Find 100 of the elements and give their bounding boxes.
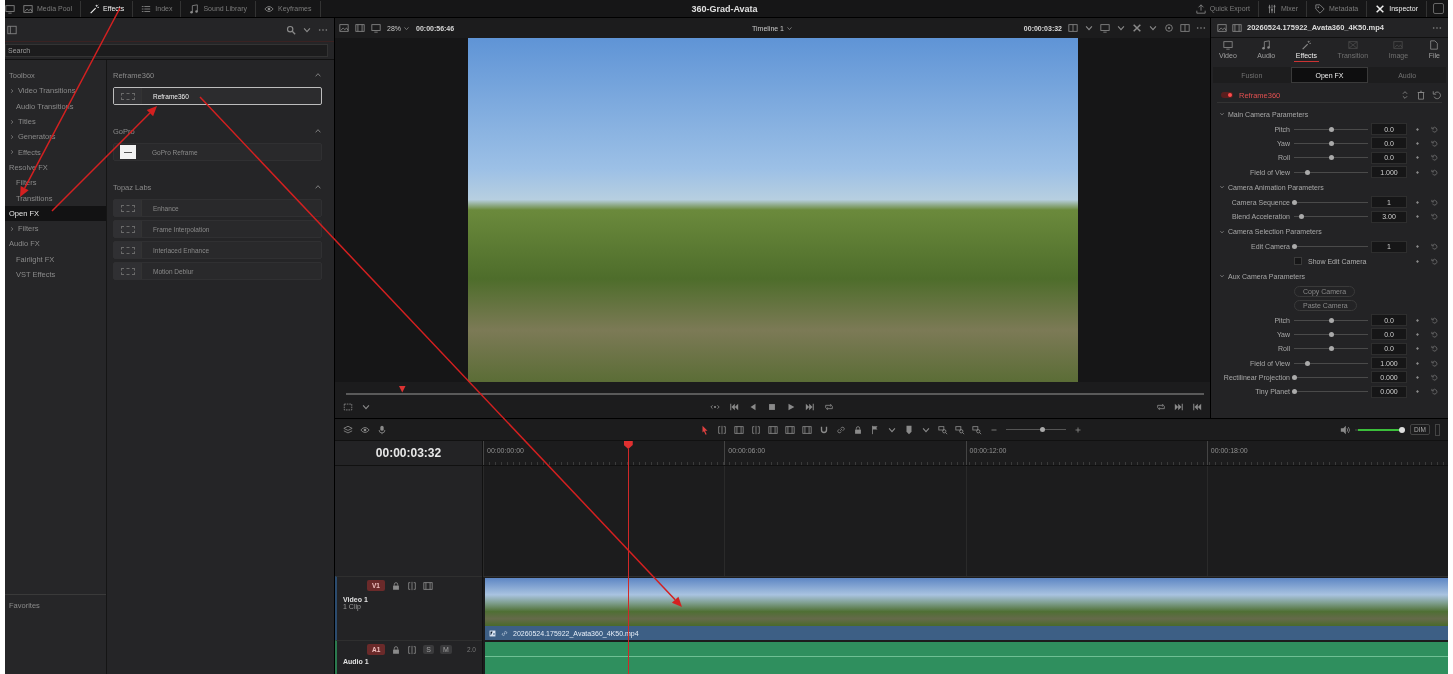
window-menu-button[interactable]: [1433, 3, 1444, 14]
reset-icon[interactable]: [1430, 257, 1438, 265]
lock-icon[interactable]: [391, 644, 402, 655]
chevron-up-icon[interactable]: [314, 71, 322, 79]
slider-thumb[interactable]: [1329, 140, 1334, 146]
volume-slider[interactable]: [1355, 426, 1406, 433]
reset-icon[interactable]: [1430, 359, 1438, 367]
bracket-icon[interactable]: [406, 580, 417, 591]
microphone-icon[interactable]: [377, 424, 387, 435]
step-back-icon[interactable]: [748, 402, 759, 412]
image-icon: [23, 3, 33, 14]
film-icon[interactable]: [355, 23, 365, 33]
loop-icon[interactable]: [1156, 402, 1166, 412]
reset-icon[interactable]: [1430, 345, 1438, 353]
checkbox[interactable]: [1294, 257, 1302, 266]
chevron-up-icon[interactable]: [314, 127, 322, 135]
reset-icon[interactable]: [1430, 139, 1438, 147]
film-icon[interactable]: [785, 424, 795, 435]
lock-icon[interactable]: [390, 580, 401, 591]
reset-icon[interactable]: [1430, 316, 1438, 324]
slider-thumb[interactable]: [1292, 389, 1297, 395]
zoom-icon[interactable]: [938, 424, 948, 435]
slider-thumb[interactable]: [1329, 346, 1334, 352]
bracket-icon[interactable]: [751, 424, 761, 435]
slider-thumb[interactable]: [1304, 360, 1310, 366]
skip-end-icon[interactable]: [805, 402, 816, 412]
zoom-icon[interactable]: [955, 424, 965, 435]
slider-thumb[interactable]: [1329, 317, 1334, 323]
image-icon[interactable]: [1217, 22, 1227, 33]
stop-icon[interactable]: [767, 402, 778, 412]
chevron-down-icon[interactable]: [1116, 23, 1126, 33]
speaker-icon[interactable]: [1340, 424, 1351, 435]
magic-wand-icon: [1301, 40, 1312, 50]
scrubber-playhead[interactable]: [398, 385, 406, 393]
reset-icon[interactable]: [1430, 373, 1438, 381]
up-down-arrows-icon[interactable]: [1400, 90, 1410, 100]
link-icon[interactable]: [836, 424, 846, 435]
playhead-marker[interactable]: [623, 441, 633, 449]
search-icon[interactable]: [286, 24, 296, 35]
chevron-down-icon: [1219, 228, 1225, 235]
frame-icon[interactable]: [343, 402, 353, 412]
volume-thumb[interactable]: [1399, 426, 1406, 433]
reset-icon[interactable]: [1430, 243, 1438, 251]
slider-thumb[interactable]: [1292, 374, 1297, 380]
film-icon[interactable]: [802, 424, 812, 435]
sidebar-icon[interactable]: [7, 24, 17, 35]
zoom-icon[interactable]: [972, 424, 982, 435]
reset-icon[interactable]: [1430, 388, 1438, 396]
slider-thumb[interactable]: [1299, 214, 1305, 220]
image-icon[interactable]: [339, 23, 349, 33]
effect-thumbnail: [114, 200, 142, 216]
reset-icon[interactable]: [1430, 330, 1438, 338]
slider-thumb[interactable]: [1292, 199, 1297, 205]
reset-icon[interactable]: [1430, 154, 1438, 162]
jog-icon[interactable]: [710, 402, 721, 412]
monitor-icon: [1222, 40, 1233, 50]
reset-icon[interactable]: [1430, 198, 1438, 206]
chevron-down-icon[interactable]: [1148, 23, 1158, 33]
monitor-icon[interactable]: [371, 23, 381, 33]
film-icon[interactable]: [768, 424, 778, 435]
zoom-slider-thumb[interactable]: [1040, 427, 1045, 432]
chevron-down-icon: [1219, 273, 1225, 280]
eye-icon[interactable]: [360, 424, 370, 435]
columns-icon[interactable]: [1068, 23, 1078, 33]
marker-icon[interactable]: [904, 424, 914, 435]
reset-icon[interactable]: [1430, 168, 1438, 176]
flag-icon[interactable]: [870, 424, 880, 435]
slider-thumb[interactable]: [1329, 331, 1334, 337]
skip-start-icon[interactable]: [1192, 402, 1202, 412]
effect-toggle[interactable]: [1221, 92, 1233, 98]
cursor-icon[interactable]: [700, 424, 710, 435]
columns-icon[interactable]: [1180, 23, 1190, 33]
chevron-up-icon[interactable]: [314, 183, 322, 191]
film-icon[interactable]: [1232, 22, 1242, 33]
skip-end-icon[interactable]: [1174, 402, 1184, 412]
slider-thumb[interactable]: [1329, 155, 1334, 161]
loop-icon[interactable]: [824, 402, 835, 412]
skip-start-icon[interactable]: [729, 402, 740, 412]
film-icon[interactable]: [734, 424, 744, 435]
bracket-icon[interactable]: [717, 424, 727, 435]
monitor-icon[interactable]: [1100, 23, 1110, 33]
magnet-icon[interactable]: [819, 424, 829, 435]
slider-thumb[interactable]: [1292, 244, 1297, 250]
lock-icon[interactable]: [853, 424, 863, 435]
list-icon: [141, 3, 152, 14]
music-note-icon: [189, 3, 200, 14]
monitor-icon[interactable]: [5, 3, 15, 14]
palette-icon[interactable]: [1164, 23, 1174, 33]
slider-thumb[interactable]: [1304, 169, 1310, 175]
reset-icon[interactable]: [1430, 213, 1438, 221]
chevron-down-icon[interactable]: [1084, 23, 1094, 33]
film-icon[interactable]: [422, 580, 433, 591]
reset-icon[interactable]: [1432, 90, 1442, 100]
bracket-icon[interactable]: [407, 644, 418, 655]
chevron-down-icon[interactable]: [361, 402, 371, 412]
chevron-right-icon: [9, 87, 15, 94]
reset-icon[interactable]: [1430, 125, 1438, 133]
trash-icon[interactable]: [1416, 90, 1426, 100]
layers-icon[interactable]: [343, 424, 353, 435]
slider-thumb[interactable]: [1329, 126, 1334, 132]
